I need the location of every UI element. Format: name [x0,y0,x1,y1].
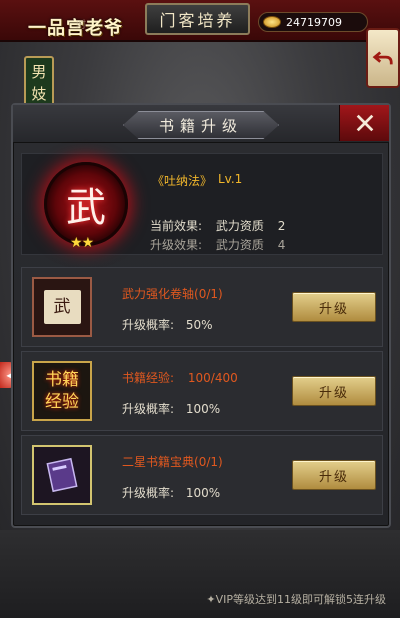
item-name-text: 武力强化卷轴 [122,287,195,301]
back-arrow-icon [372,51,393,65]
two-star-book-icon [32,445,92,505]
scroll-item-icon: 武 [32,277,92,337]
close-button[interactable] [339,105,389,141]
back-button[interactable] [366,28,400,88]
current-effect: 当前效果: 武力资质 2 [150,217,285,234]
vip-unlock-note: ✦VIP等级达到11级即可解锁5连升级 [206,593,386,606]
coin-icon [263,16,281,28]
next-effect-value: 4 [277,238,286,252]
rate-label: 升级概率: [122,402,175,416]
rate-value: 100% [185,486,221,500]
item-name-text: 二星书籍宝典 [122,455,195,469]
item-rate: 升级概率: 100% [122,400,220,417]
screen-title: 门客培养 [145,3,250,35]
gender-tag: 男妓 [24,56,54,108]
star-icon: ★ [81,235,95,251]
skill-name: 《吐纳法》 [152,174,213,188]
item-rate: 升级概率: 50% [122,316,213,333]
skill-emblem: 武 [44,162,128,246]
scroll-glyph: 武 [43,290,81,324]
next-effect-label: 升级效果: [150,238,203,252]
skill-level: Lv.1 [218,172,243,186]
book-icon [46,457,78,493]
book-exp-glyph: 书籍经验 [45,370,79,412]
dialog-header: 书籍升级 [13,105,389,143]
item-name: 二星书籍宝典(0/1) [122,453,223,470]
star-icon: ★ [70,235,83,251]
rate-value: 100% [185,402,221,416]
item-count: (0/1) [194,455,223,469]
next-effect-attr: 武力资质 [215,238,264,252]
item-count: 100/400 [187,371,238,385]
rate-value: 50% [185,318,213,332]
upgrade-item-row: 书籍经验 书籍经验: 100/400 升级概率: 100% 升级 [21,351,383,431]
top-sub-label: 时 [76,20,86,31]
upgrade-item-row: 二星书籍宝典(0/1) 升级概率: 100% 升级 [21,435,383,515]
book-exp-item-icon: 书籍经验 [32,361,92,421]
currency-display: 24719709 [258,12,368,32]
current-effect-value: 2 [277,219,286,233]
upgrade-button[interactable]: 升级 [292,292,376,322]
item-count: (0/1) [194,287,223,301]
rate-label: 升级概率: [122,318,175,332]
skill-info-panel: 武 ★★ 《吐纳法》 Lv.1 当前效果: 武力资质 2 升级效果: 武力资质 … [21,153,383,255]
star-rating: ★★ [70,235,95,251]
currency-value: 24719709 [286,15,342,29]
book-upgrade-dialog: 书籍升级 武 ★★ 《吐纳法》 Lv.1 当前效果: 武力资质 2 升级效果: … [11,103,391,528]
next-effect: 升级效果: 武力资质 4 [150,236,285,253]
item-name-text: 书籍经验: [122,371,175,385]
close-icon [356,114,373,132]
item-name: 武力强化卷轴(0/1) [122,285,223,302]
current-effect-label: 当前效果: [150,219,203,233]
rate-label: 升级概率: [122,486,175,500]
upgrade-button[interactable]: 升级 [292,460,376,490]
item-rate: 升级概率: 100% [122,484,220,501]
upgrade-button[interactable]: 升级 [292,376,376,406]
current-effect-attr: 武力资质 [215,219,264,233]
upgrade-item-row: 武 武力强化卷轴(0/1) 升级概率: 50% 升级 [21,267,383,347]
item-name: 书籍经验: 100/400 [122,369,238,386]
dialog-title: 书籍升级 [123,111,279,139]
